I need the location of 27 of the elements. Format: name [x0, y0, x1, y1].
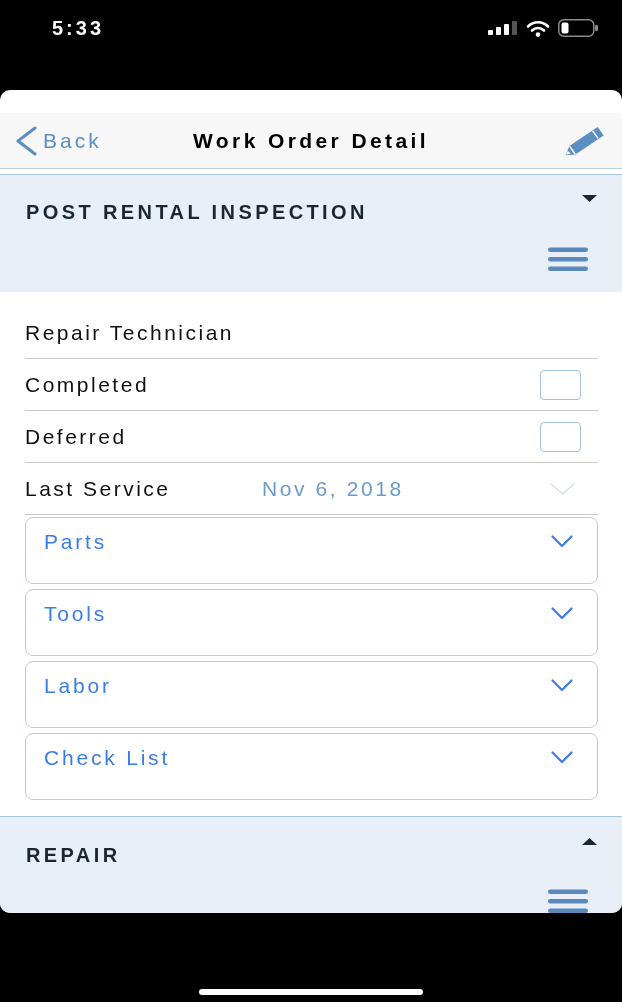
section-title: POST RENTAL INSPECTION	[26, 200, 368, 224]
field-label: Deferred	[25, 423, 127, 450]
caret-up-icon[interactable]	[582, 838, 597, 845]
wifi-icon	[526, 19, 550, 37]
back-chevron-icon	[15, 125, 37, 156]
pencil-icon[interactable]	[565, 125, 605, 156]
status-time: 5:33	[52, 16, 105, 40]
battery-icon	[558, 19, 598, 37]
accordion-panel[interactable]: Check List	[25, 733, 598, 800]
accordion-panel[interactable]: Parts	[25, 517, 598, 584]
accordion-panel[interactable]: Tools	[25, 589, 598, 656]
back-button[interactable]: Back	[15, 125, 102, 156]
checkbox[interactable]	[540, 421, 581, 452]
menu-icon[interactable]	[548, 247, 588, 271]
screen-title: Work Order Detail	[193, 127, 429, 154]
date-value[interactable]: Nov 6, 2018	[262, 475, 404, 502]
accordion-panel[interactable]: Labor	[25, 661, 598, 728]
field-label: Repair Technician	[25, 319, 235, 346]
caret-down-icon[interactable]	[582, 195, 597, 202]
section-title: REPAIR	[26, 843, 121, 867]
checkbox[interactable]	[540, 369, 581, 400]
section-header[interactable]: REPAIR	[0, 816, 622, 913]
menu-icon[interactable]	[548, 889, 588, 913]
field-label: Completed	[25, 371, 150, 398]
field-label: Last Service	[25, 475, 172, 502]
signal-icon	[488, 21, 518, 35]
section-header[interactable]: POST RENTAL INSPECTION	[0, 174, 622, 292]
